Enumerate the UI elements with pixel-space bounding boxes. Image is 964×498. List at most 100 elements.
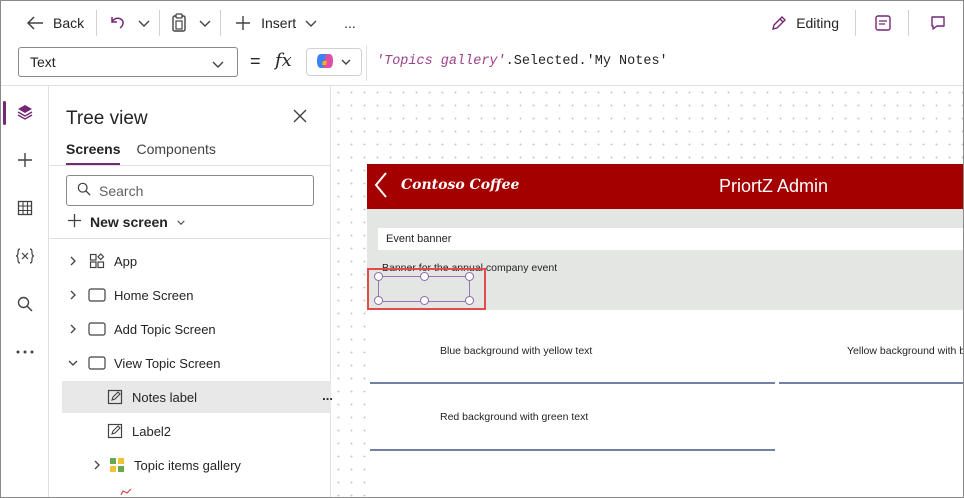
- back-label: Back: [53, 15, 85, 31]
- plus-icon: [17, 152, 33, 171]
- insert-button[interactable]: Insert: [229, 7, 324, 39]
- close-icon: [293, 109, 307, 126]
- power-apps-studio: Back Insert ... Editing Text = fx 'Topic…: [0, 0, 964, 498]
- node-label: Label2: [132, 423, 172, 439]
- tree-node-app[interactable]: App: [50, 245, 331, 277]
- tree-node-home-screen[interactable]: Home Screen: [50, 279, 331, 311]
- toolbar-divider: [96, 10, 98, 36]
- rail-variables[interactable]: [1, 237, 49, 277]
- search-placeholder: Search: [99, 182, 144, 199]
- undo-button[interactable]: [101, 7, 133, 39]
- chat-button[interactable]: [923, 7, 953, 39]
- screen-icon: [88, 320, 106, 338]
- search-icon: [77, 182, 91, 199]
- node-label: View Topic Screen: [114, 355, 221, 371]
- rail-more[interactable]: [1, 329, 49, 369]
- search-input[interactable]: Search: [66, 175, 314, 206]
- screen-icon: [88, 354, 106, 372]
- chat-bubble-icon: [929, 14, 947, 32]
- chevron-down-icon: [211, 57, 225, 73]
- gallery-item-text: Blue background with yellow text: [440, 345, 593, 357]
- tree-view-title: Tree view: [66, 108, 148, 129]
- rail-tree-view[interactable]: [1, 93, 49, 133]
- tree-node-topic-items-gallery[interactable]: Topic items gallery: [50, 449, 331, 481]
- copilot-icon: [315, 52, 335, 73]
- tab-screens[interactable]: Screens: [66, 141, 121, 165]
- rail-data[interactable]: [1, 189, 49, 229]
- resize-handle[interactable]: [465, 296, 474, 305]
- formula-bar: Text = fx 'Topics gallery'.Selected.'My …: [1, 45, 963, 81]
- new-screen-button[interactable]: New screen: [67, 213, 186, 231]
- formula-string: 'Topics gallery': [376, 54, 506, 69]
- chevron-down-icon: [137, 18, 151, 28]
- tree-node-label2[interactable]: Label2: [50, 415, 331, 447]
- rail-insert[interactable]: [1, 141, 49, 181]
- chevron-down-icon: [340, 55, 352, 70]
- close-button[interactable]: [293, 109, 307, 126]
- equals-sign: =: [250, 51, 261, 71]
- chevron-right-icon: [66, 256, 80, 266]
- command-bar: Back Insert ... Editing: [1, 1, 963, 45]
- chevron-down-icon: [304, 18, 318, 28]
- tabs-divider: [50, 165, 331, 166]
- app-header: Contoso Coffee PriortZ Admin: [367, 164, 963, 209]
- resize-handle[interactable]: [420, 296, 429, 305]
- editing-mode-button[interactable]: Editing: [764, 7, 845, 39]
- gallery-separator: [779, 382, 963, 384]
- formula-input[interactable]: 'Topics gallery'.Selected.'My Notes': [376, 54, 668, 69]
- resize-handle[interactable]: [374, 296, 383, 305]
- chevron-right-icon: [66, 324, 80, 334]
- property-dropdown[interactable]: Text: [18, 47, 238, 77]
- resize-handle[interactable]: [420, 272, 429, 281]
- command-bar-right: Editing: [764, 1, 963, 45]
- clipboard-icon: [170, 13, 188, 33]
- gallery-icon: [108, 456, 126, 474]
- app-title: PriortZ Admin: [719, 176, 829, 196]
- back-chevron-icon[interactable]: [373, 171, 389, 202]
- new-screen-label: New screen: [90, 214, 168, 230]
- plus-icon: [235, 15, 251, 31]
- node-label: Topic items gallery: [134, 457, 241, 473]
- variables-icon: [15, 247, 35, 267]
- paste-button[interactable]: [164, 7, 194, 39]
- back-button[interactable]: Back: [19, 7, 90, 39]
- node-label: App: [114, 253, 138, 269]
- node-label: Home Screen: [114, 287, 194, 303]
- node-label: Notes label: [132, 389, 198, 405]
- tree-node-notes-label[interactable]: Notes label ...: [62, 381, 333, 413]
- fx-icon[interactable]: fx: [275, 50, 292, 71]
- tree-node-view-topic-screen[interactable]: View Topic Screen: [50, 347, 331, 379]
- formula-tail: .Selected.'My Notes': [505, 54, 668, 69]
- more-commands-button[interactable]: ...: [338, 7, 362, 39]
- comments-pane-button[interactable]: [868, 7, 898, 39]
- copilot-button[interactable]: [306, 48, 362, 76]
- search-icon: [17, 296, 33, 315]
- screen-icon: [88, 286, 106, 304]
- gallery-separator: [370, 382, 775, 384]
- tree-node-add-topic-screen[interactable]: Add Topic Screen: [50, 313, 331, 345]
- app-icon: [88, 252, 106, 270]
- gallery-item-text: Red background with green text: [440, 411, 589, 423]
- chevron-down-icon: [176, 214, 186, 230]
- undo-dropdown[interactable]: [133, 7, 155, 39]
- resize-handle[interactable]: [374, 272, 383, 281]
- brand-logo: Contoso Coffee: [401, 177, 520, 193]
- toolbar-divider: [159, 10, 161, 36]
- gallery-separator: [370, 449, 775, 451]
- toolbar-divider: [855, 10, 856, 36]
- icon-partial: [118, 483, 136, 497]
- tree-divider: [50, 238, 331, 239]
- resize-handle[interactable]: [465, 272, 474, 281]
- gallery-item-text: Yellow background with b: [847, 345, 964, 357]
- rail-search[interactable]: [1, 285, 49, 325]
- undo-icon: [107, 14, 127, 32]
- property-value: Text: [30, 54, 56, 70]
- paste-dropdown[interactable]: [194, 7, 216, 39]
- event-banner-input[interactable]: Event banner: [378, 228, 963, 250]
- label-icon: [106, 388, 124, 406]
- chevron-down-icon: [198, 18, 212, 28]
- tab-components[interactable]: Components: [136, 141, 215, 165]
- plus-icon: [67, 213, 82, 231]
- left-rail: [1, 86, 49, 497]
- more-icon: [16, 342, 34, 357]
